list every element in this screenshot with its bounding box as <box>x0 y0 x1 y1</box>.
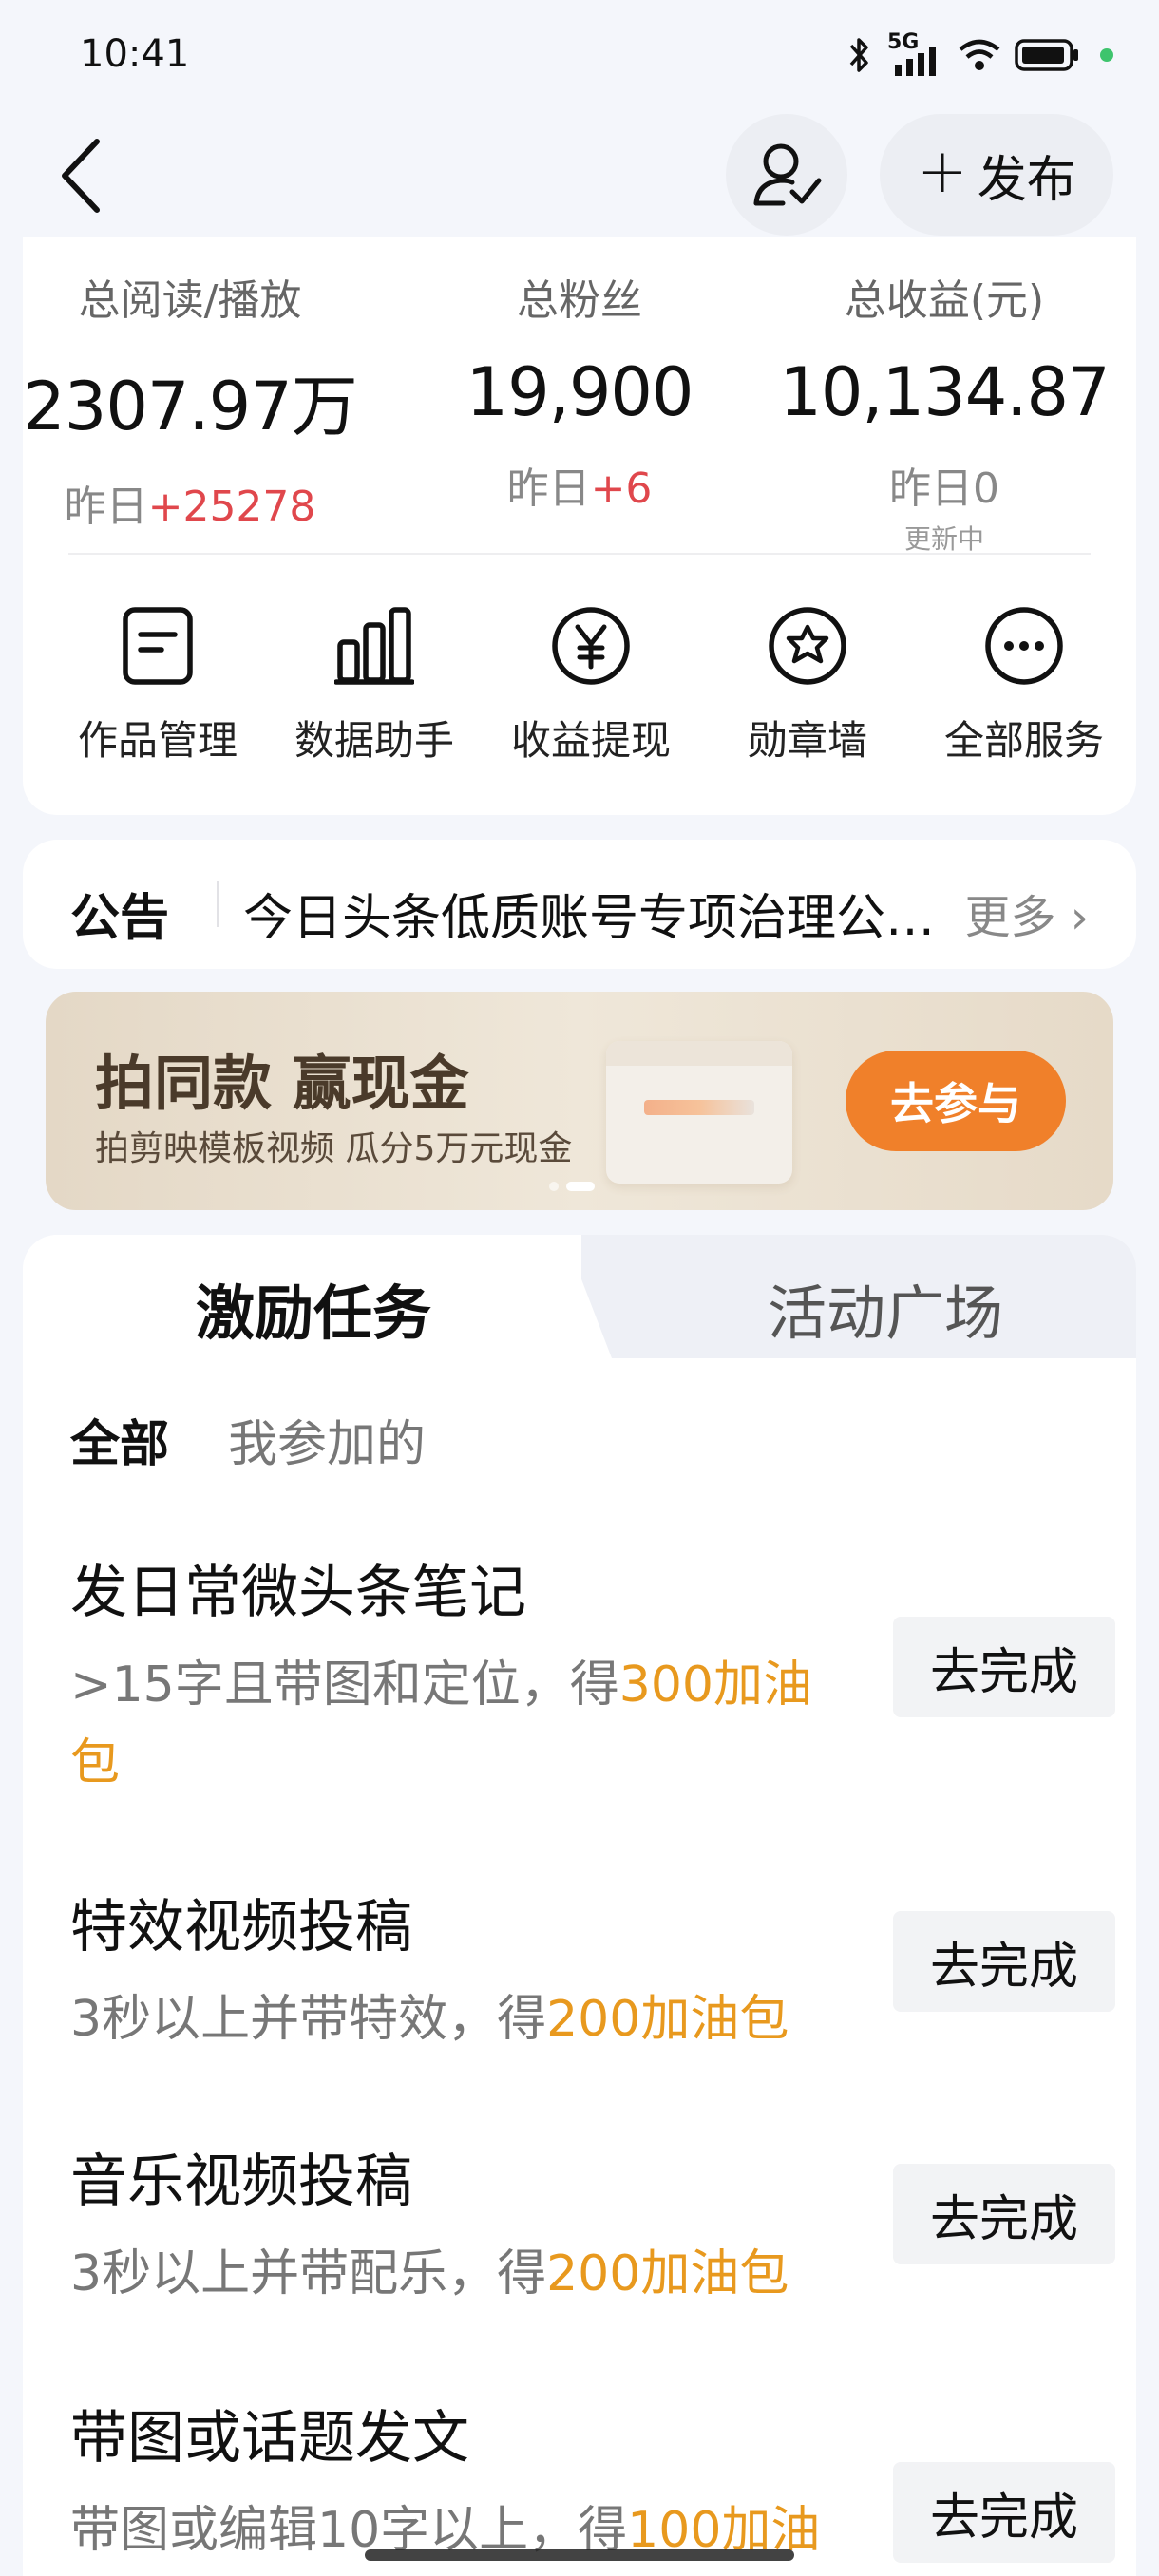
complete-button[interactable]: 去完成 <box>893 1617 1115 1717</box>
banner-title: 拍同款 赢现金 <box>95 1049 469 1118</box>
stat-total-income[interactable]: 总收益(元) 10,134.87 昨日0 更新中 <box>764 266 1125 557</box>
tab-incentive-tasks[interactable]: 激励任务 <box>196 1265 431 1351</box>
stats-card: 总阅读/播放 2307.97万 昨日+25278 总粉丝 19,900 昨日+6… <box>23 237 1136 815</box>
tool-grid: 作品管理 数据助手 收益提现 勋章墙 全部服务 <box>23 600 1136 790</box>
task-reward: 200加油包 <box>546 2245 789 2302</box>
document-icon <box>112 600 203 691</box>
signal-5g-icon: 5G <box>887 30 944 76</box>
stat-value: 19,900 <box>466 353 694 431</box>
stat-total-fans[interactable]: 总粉丝 19,900 昨日+6 <box>399 266 760 515</box>
medal-icon <box>762 600 853 691</box>
promo-banner[interactable]: 拍同款 赢现金 拍剪映模板视频 瓜分5万元现金 去参与 <box>46 992 1113 1210</box>
stat-value: 10,134.87 <box>779 353 1110 431</box>
complete-button[interactable]: 去完成 <box>893 1911 1115 2012</box>
task-description: 3秒以上并带配乐，得200加油包 <box>70 2235 849 2313</box>
tool-label: 收益提现 <box>510 717 671 764</box>
yesterday-change: 0 <box>973 464 999 513</box>
tool-label: 勋章墙 <box>747 717 867 764</box>
task-item: 发日常微头条笔记 >15字且带图和定位，得300加油包 去完成 <box>70 1546 1115 1802</box>
task-desc-text: 3秒以上并带配乐，得 <box>70 2245 547 2302</box>
tab-activity-square[interactable]: 活动广场 <box>768 1265 1003 1351</box>
stat-yesterday: 昨日+6 <box>399 454 760 515</box>
announcement-more-link[interactable]: 更多 › <box>965 880 1089 946</box>
complete-button[interactable]: 去完成 <box>893 2164 1115 2264</box>
wifi-icon <box>959 39 1000 70</box>
divider <box>68 553 1091 555</box>
announcement-tag: 公告 <box>70 890 170 947</box>
tool-income-withdraw[interactable]: 收益提现 <box>483 600 699 767</box>
carousel-dot-active <box>566 1182 595 1191</box>
publish-label: 发布 <box>977 151 1076 209</box>
stat-label: 总收益(元) <box>844 276 1045 325</box>
chevron-right-icon: › <box>1055 891 1089 944</box>
announcement-bar[interactable]: 公告 今日头条低质账号专项治理公… 更多 › <box>23 840 1136 969</box>
task-item: 音乐视频投稿 3秒以上并带配乐，得200加油包 去完成 <box>70 2135 1115 2313</box>
more-label: 更多 <box>964 891 1056 944</box>
tool-all-services[interactable]: 全部服务 <box>916 600 1132 767</box>
join-button[interactable]: 去参与 <box>846 1051 1066 1151</box>
announcement-text[interactable]: 今日头条低质账号专项治理公… <box>243 878 965 949</box>
stat-yesterday: 昨日0 <box>764 454 1125 515</box>
status-bar: 10:41 5G <box>0 0 1159 114</box>
stat-yesterday: 昨日+25278 <box>10 472 370 533</box>
banner-illustration <box>606 1041 792 1184</box>
tasks-section: 激励任务 活动广场 全部 我参加的 发日常微头条笔记 >15字且带图和定位，得3… <box>23 1235 1136 2576</box>
tool-label: 数据助手 <box>294 717 454 764</box>
publish-button[interactable]: + 发布 <box>880 114 1113 236</box>
user-check-icon <box>753 143 822 206</box>
task-description: >15字且带图和定位，得300加油包 <box>70 1646 849 1802</box>
task-reward: 200加油包 <box>546 1991 789 2048</box>
more-icon <box>978 600 1070 691</box>
creator-center-page: 10:41 5G + 发布 总阅读/播放 2307.97万 昨日+25278 总… <box>0 0 1159 2576</box>
status-time: 10:41 <box>80 32 190 76</box>
tool-label: 作品管理 <box>77 717 238 764</box>
task-desc-text: 3秒以上并带特效，得 <box>70 1991 547 2048</box>
back-arrow-icon <box>62 139 100 213</box>
stat-label: 总粉丝 <box>517 276 642 325</box>
back-button[interactable] <box>48 133 114 218</box>
plus-icon: + <box>917 137 968 207</box>
stat-label: 总阅读/播放 <box>78 276 302 325</box>
bluetooth-icon <box>849 38 868 72</box>
stat-value: 2307.97万 <box>23 368 357 445</box>
tool-label: 全部服务 <box>943 717 1104 764</box>
carousel-dot <box>549 1182 559 1191</box>
yesterday-prefix: 昨日 <box>64 483 148 531</box>
task-description: 带图或编辑10字以上，得100加油包 <box>70 2491 849 2576</box>
yen-icon <box>545 600 636 691</box>
home-indicator[interactable] <box>365 2549 794 2561</box>
filter-all[interactable]: 全部 <box>70 1404 169 1475</box>
banner-subtitle: 拍剪映模板视频 瓜分5万元现金 <box>95 1129 573 1168</box>
task-item: 特效视频投稿 3秒以上并带特效，得200加油包 去完成 <box>70 1881 1115 2058</box>
user-profile-button[interactable] <box>726 114 847 236</box>
yesterday-prefix: 昨日 <box>506 464 591 513</box>
task-desc-text: >15字且带图和定位，得 <box>70 1657 619 1714</box>
tool-data-assistant[interactable]: 数据助手 <box>266 600 483 767</box>
divider <box>217 881 219 927</box>
tool-works-management[interactable]: 作品管理 <box>49 600 266 767</box>
battery-icon <box>1015 39 1078 71</box>
complete-button[interactable]: 去完成 <box>893 2462 1115 2563</box>
carousel-indicator <box>549 1182 595 1191</box>
yesterday-change: +6 <box>590 464 653 513</box>
task-description: 3秒以上并带特效，得200加油包 <box>70 1980 849 2058</box>
nav-bar: + 发布 <box>0 114 1159 237</box>
task-item: 带图或话题发文 带图或编辑10字以上，得100加油包 去完成 <box>70 2392 1115 2576</box>
stat-updating-note: 更新中 <box>903 523 984 555</box>
stat-total-reads[interactable]: 总阅读/播放 2307.97万 昨日+25278 <box>10 266 370 533</box>
yesterday-prefix: 昨日 <box>889 464 973 513</box>
bar-chart-icon <box>329 600 420 691</box>
status-icons: 5G <box>846 28 1113 82</box>
filter-joined[interactable]: 我参加的 <box>228 1404 426 1475</box>
yesterday-change: +25278 <box>147 483 316 531</box>
tool-medal-wall[interactable]: 勋章墙 <box>699 600 916 767</box>
privacy-indicator-dot <box>1100 48 1113 62</box>
